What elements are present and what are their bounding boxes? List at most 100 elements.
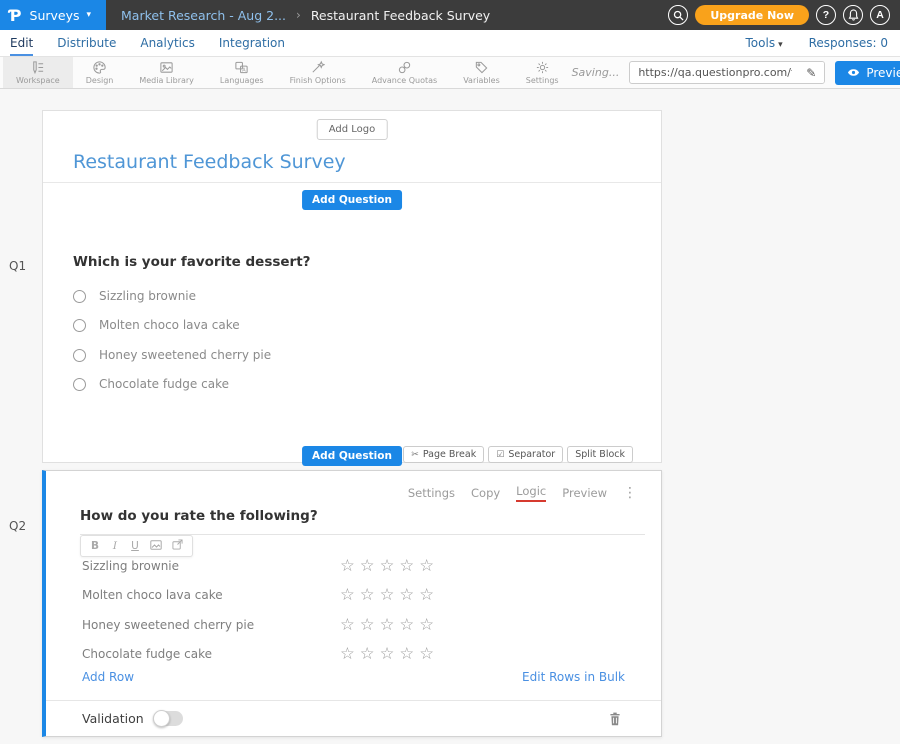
validation-toggle[interactable] bbox=[153, 711, 183, 726]
star-icon[interactable]: ☆ bbox=[419, 617, 434, 634]
star-icon[interactable]: ☆ bbox=[380, 617, 395, 634]
toolbar-item-workspace[interactable]: Workspace bbox=[3, 57, 73, 88]
external-link-icon bbox=[172, 539, 183, 550]
q1-option-1[interactable]: Sizzling brownie bbox=[73, 289, 196, 303]
upgrade-now-button[interactable]: Upgrade Now bbox=[695, 5, 809, 25]
chevron-down-icon: ▾ bbox=[87, 10, 92, 20]
star-icon[interactable]: ☆ bbox=[399, 617, 414, 634]
q1-option-2[interactable]: Molten choco lava cake bbox=[73, 318, 240, 332]
underline-button[interactable]: U bbox=[130, 541, 140, 552]
pencil-icon: ✎ bbox=[806, 66, 816, 80]
page-break-button[interactable]: ✂ Page Break bbox=[403, 446, 484, 463]
tools-menu[interactable]: Tools▾ bbox=[746, 36, 783, 50]
toolbar-item-media-library[interactable]: Media Library bbox=[126, 57, 207, 88]
add-question-button-bottom[interactable]: Add Question bbox=[302, 446, 402, 466]
radio-icon[interactable] bbox=[73, 378, 86, 391]
add-logo-button[interactable]: Add Logo bbox=[317, 119, 388, 140]
italic-button[interactable]: I bbox=[110, 541, 120, 552]
star-icon[interactable]: ☆ bbox=[340, 587, 355, 604]
surveys-menu-label: Surveys bbox=[30, 8, 80, 23]
tab-edit[interactable]: Edit bbox=[10, 30, 33, 56]
star-icon[interactable]: ☆ bbox=[419, 587, 434, 604]
question-footer: Validation bbox=[82, 711, 621, 726]
q1-option-label: Honey sweetened cherry pie bbox=[99, 348, 271, 362]
preview-label: Preview bbox=[866, 66, 900, 80]
survey-title[interactable]: Restaurant Feedback Survey bbox=[73, 151, 346, 173]
design-icon bbox=[92, 60, 107, 75]
radio-icon[interactable] bbox=[73, 290, 86, 303]
star-icon[interactable]: ☆ bbox=[419, 646, 434, 663]
question-copy-menu-item[interactable]: Copy bbox=[471, 486, 500, 500]
bold-button[interactable]: B bbox=[90, 541, 100, 552]
block-footer: Add Question ✂ Page Break ☑ Separator Sp… bbox=[43, 444, 661, 464]
delete-question-button[interactable] bbox=[609, 712, 621, 726]
breadcrumb: Market Research - Aug 2... › Restaurant … bbox=[121, 8, 490, 23]
avatar-button[interactable]: A bbox=[870, 5, 890, 25]
separator-button[interactable]: ☑ Separator bbox=[488, 446, 563, 463]
question-settings-menu-item[interactable]: Settings bbox=[408, 486, 455, 500]
q1-question-text[interactable]: Which is your favorite dessert? bbox=[73, 254, 311, 270]
add-question-button-top[interactable]: Add Question bbox=[302, 190, 402, 210]
radio-icon[interactable] bbox=[73, 319, 86, 332]
q2-question-text[interactable]: How do you rate the following? bbox=[80, 508, 645, 535]
preview-button[interactable]: Preview bbox=[835, 61, 900, 85]
rating-row-label[interactable]: Molten choco lava cake bbox=[82, 588, 340, 602]
question-logic-menu-item[interactable]: Logic bbox=[516, 484, 546, 502]
star-rating: ☆☆☆☆☆ bbox=[340, 646, 434, 663]
toolbar-right: Saving... ✎ Preview bbox=[572, 57, 900, 88]
star-icon[interactable]: ☆ bbox=[360, 646, 375, 663]
q1-option-3[interactable]: Honey sweetened cherry pie bbox=[73, 348, 271, 362]
star-icon[interactable]: ☆ bbox=[380, 646, 395, 663]
star-icon[interactable]: ☆ bbox=[380, 558, 395, 575]
tab-analytics[interactable]: Analytics bbox=[140, 30, 195, 56]
star-icon[interactable]: ☆ bbox=[399, 587, 414, 604]
toolbar-item-languages[interactable]: A Languages bbox=[207, 57, 277, 88]
star-rating: ☆☆☆☆☆ bbox=[340, 558, 434, 575]
star-icon[interactable]: ☆ bbox=[399, 646, 414, 663]
survey-block-card: Add Logo Restaurant Feedback Survey Add … bbox=[42, 110, 662, 463]
star-icon[interactable]: ☆ bbox=[419, 558, 434, 575]
star-icon[interactable]: ☆ bbox=[360, 558, 375, 575]
tab-distribute[interactable]: Distribute bbox=[57, 30, 116, 56]
split-block-button[interactable]: Split Block bbox=[567, 446, 633, 463]
toolbar-item-variables[interactable]: Variables bbox=[450, 57, 513, 88]
notifications-button[interactable] bbox=[843, 5, 863, 25]
star-icon[interactable]: ☆ bbox=[340, 558, 355, 575]
variables-icon bbox=[474, 60, 489, 75]
add-row-link[interactable]: Add Row bbox=[82, 670, 134, 684]
toolbar-item-advance-quotas[interactable]: Advance Quotas bbox=[359, 57, 450, 88]
questionpro-logo-icon: Ƥ bbox=[9, 6, 22, 25]
edit-rows-in-bulk-link[interactable]: Edit Rows in Bulk bbox=[522, 670, 625, 684]
rating-row-label[interactable]: Honey sweetened cherry pie bbox=[82, 618, 340, 632]
star-icon[interactable]: ☆ bbox=[399, 558, 414, 575]
insert-image-button[interactable] bbox=[150, 540, 162, 553]
breadcrumb-folder[interactable]: Market Research - Aug 2... bbox=[121, 8, 286, 23]
rating-row-label[interactable]: Sizzling brownie bbox=[82, 559, 340, 573]
star-icon[interactable]: ☆ bbox=[380, 587, 395, 604]
q1-option-4[interactable]: Chocolate fudge cake bbox=[73, 377, 229, 391]
subnav-right: Tools▾ Responses: 0 bbox=[746, 30, 890, 56]
radio-icon[interactable] bbox=[73, 349, 86, 362]
responses-count[interactable]: Responses: 0 bbox=[809, 36, 888, 50]
insert-link-button[interactable] bbox=[172, 539, 183, 553]
edit-url-button[interactable]: ✎ bbox=[798, 62, 824, 83]
rating-row-label[interactable]: Chocolate fudge cake bbox=[82, 647, 340, 661]
rating-row-3: Honey sweetened cherry pie ☆☆☆☆☆ bbox=[82, 614, 625, 636]
star-icon[interactable]: ☆ bbox=[340, 646, 355, 663]
star-icon[interactable]: ☆ bbox=[360, 617, 375, 634]
survey-url-input[interactable] bbox=[630, 66, 798, 79]
toolbar-label: Design bbox=[86, 76, 114, 85]
surveys-product-menu[interactable]: Ƥ Surveys ▾ bbox=[0, 0, 106, 30]
more-options-icon[interactable]: ⋮ bbox=[623, 486, 637, 500]
search-button[interactable] bbox=[668, 5, 688, 25]
tab-integration[interactable]: Integration bbox=[219, 30, 285, 56]
separator-label: Separator bbox=[508, 449, 555, 460]
toolbar-item-settings[interactable]: Settings bbox=[513, 57, 572, 88]
question-preview-menu-item[interactable]: Preview bbox=[562, 486, 607, 500]
toolbar-item-finish-options[interactable]: Finish Options bbox=[277, 57, 359, 88]
toolbar-item-design[interactable]: Design bbox=[73, 57, 127, 88]
block-actions: ✂ Page Break ☑ Separator Split Block bbox=[403, 446, 633, 463]
star-icon[interactable]: ☆ bbox=[340, 617, 355, 634]
star-icon[interactable]: ☆ bbox=[360, 587, 375, 604]
help-button[interactable]: ? bbox=[816, 5, 836, 25]
